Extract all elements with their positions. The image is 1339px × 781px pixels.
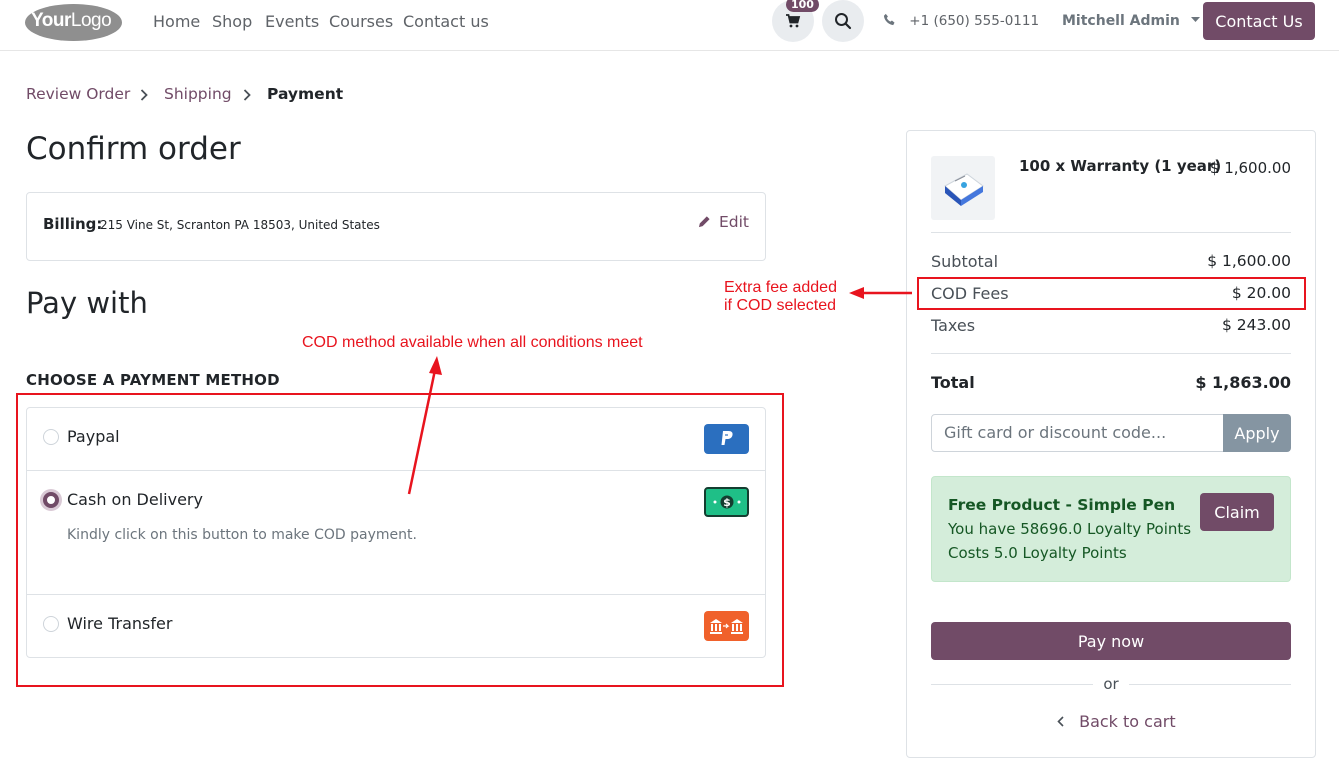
search-icon <box>835 13 852 30</box>
annotation-fee-note: Extra fee added if COD selected <box>724 279 837 315</box>
pay-now-button[interactable]: Pay now <box>931 622 1291 660</box>
nav-events[interactable]: Events <box>265 12 319 31</box>
nav-home[interactable]: Home <box>153 12 200 31</box>
phone-icon <box>883 13 895 26</box>
annotation-box-cod-fees <box>917 277 1306 310</box>
apply-discount-button[interactable]: Apply <box>1223 414 1291 452</box>
nav-courses[interactable]: Courses <box>329 12 393 31</box>
breadcrumb-shipping[interactable]: Shipping <box>164 85 232 103</box>
product-price: $ 1,600.00 <box>1209 159 1291 177</box>
back-to-cart-link[interactable]: Back to cart <box>1057 712 1176 731</box>
cart-count-badge: 100 <box>786 0 819 12</box>
taxes-label: Taxes <box>931 316 976 335</box>
page-title: Confirm order <box>26 131 241 167</box>
billing-label: Billing: <box>43 215 103 233</box>
edit-billing-link[interactable]: Edit <box>698 213 749 231</box>
reward-cost: Costs 5.0 Loyalty Points <box>948 544 1127 562</box>
reward-title: Free Product - Simple Pen <box>948 496 1176 514</box>
billing-card: Billing: 215 Vine St, Scranton PA 18503,… <box>26 192 766 261</box>
reward-points-balance: You have 58696.0 Loyalty Points <box>948 520 1192 538</box>
loyalty-reward-card: Free Product - Simple Pen You have 58696… <box>931 476 1291 582</box>
back-to-cart-label: Back to cart <box>1079 712 1176 731</box>
pay-with-heading: Pay with <box>26 286 148 320</box>
user-name: Mitchell Admin <box>1062 13 1180 29</box>
edit-label: Edit <box>718 213 749 231</box>
cart-icon <box>786 14 801 28</box>
total-label: Total <box>931 373 975 392</box>
product-image <box>931 156 995 220</box>
annotation-fee-note-line1: Extra fee added <box>724 279 837 296</box>
nav-shop[interactable]: Shop <box>212 12 252 31</box>
total-value: $ 1,863.00 <box>1195 373 1291 392</box>
nav-contact-us[interactable]: Contact us <box>403 12 489 31</box>
subtotal-label: Subtotal <box>931 252 999 271</box>
phone-contact[interactable]: +1 (650) 555-0111 <box>883 13 1039 29</box>
chevron-left-icon <box>1057 716 1064 727</box>
annotation-box-payment-methods <box>16 393 784 687</box>
chevron-right-icon <box>140 89 148 101</box>
contact-us-button[interactable]: Contact Us <box>1203 2 1315 40</box>
order-summary: 100 x Warranty (1 year) $ 1,600.00 Subto… <box>906 130 1316 758</box>
chevron-right-icon <box>243 89 251 101</box>
claim-reward-button[interactable]: Claim <box>1200 493 1274 531</box>
site-header: YourLogo Home Shop Events Courses Contac… <box>0 0 1339 51</box>
phone-number: +1 (650) 555-0111 <box>909 13 1040 29</box>
divider <box>931 353 1291 354</box>
billing-address: 215 Vine St, Scranton PA 18503, United S… <box>100 218 380 232</box>
taxes-value: $ 243.00 <box>1221 316 1291 334</box>
pencil-icon <box>698 216 710 228</box>
caret-down-icon <box>1190 17 1200 22</box>
breadcrumb-payment: Payment <box>267 85 344 103</box>
divider <box>931 232 1291 233</box>
subtotal-value: $ 1,600.00 <box>1207 252 1291 270</box>
discount-code-input[interactable]: Gift card or discount code... <box>931 414 1224 452</box>
search-button[interactable] <box>822 0 864 42</box>
breadcrumb-review-order[interactable]: Review Order <box>26 85 130 103</box>
annotation-fee-note-line2: if COD selected <box>724 297 837 314</box>
product-name: 100 x Warranty (1 year) <box>1019 157 1222 175</box>
annotation-cod-method-note: COD method available when all conditions… <box>302 334 643 351</box>
choose-payment-heading: CHOOSE A PAYMENT METHOD <box>26 371 280 389</box>
or-separator: or <box>1093 675 1129 693</box>
site-logo[interactable]: YourLogo <box>25 4 122 41</box>
user-menu[interactable]: Mitchell Admin <box>1062 13 1200 29</box>
